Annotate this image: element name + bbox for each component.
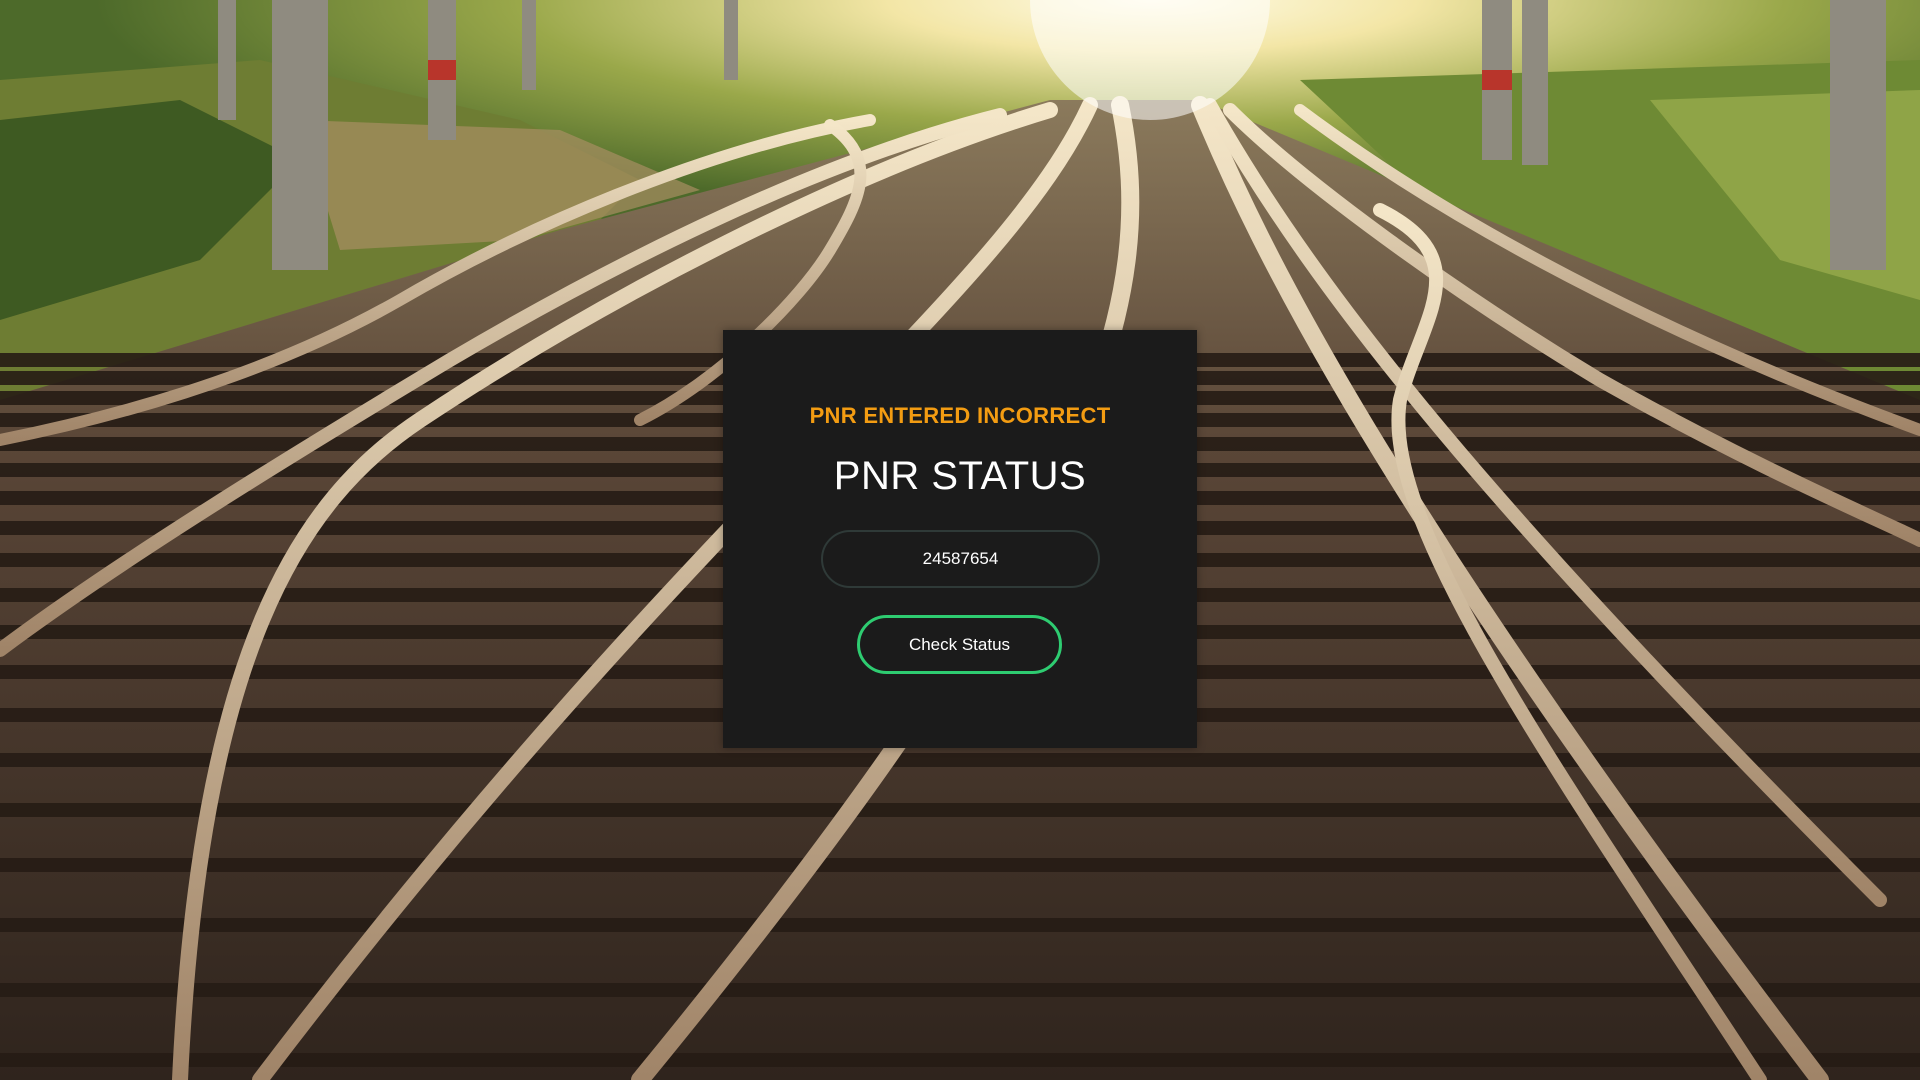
check-status-button[interactable]: Check Status bbox=[857, 615, 1062, 674]
error-message: PNR ENTERED INCORRECT bbox=[809, 403, 1111, 428]
page: PNR ENTERED INCORRECT PNR STATUS Check S… bbox=[0, 0, 1920, 1080]
page-title: PNR STATUS bbox=[833, 454, 1087, 498]
pnr-status-card: PNR ENTERED INCORRECT PNR STATUS Check S… bbox=[723, 330, 1197, 748]
pnr-input[interactable] bbox=[821, 530, 1100, 588]
